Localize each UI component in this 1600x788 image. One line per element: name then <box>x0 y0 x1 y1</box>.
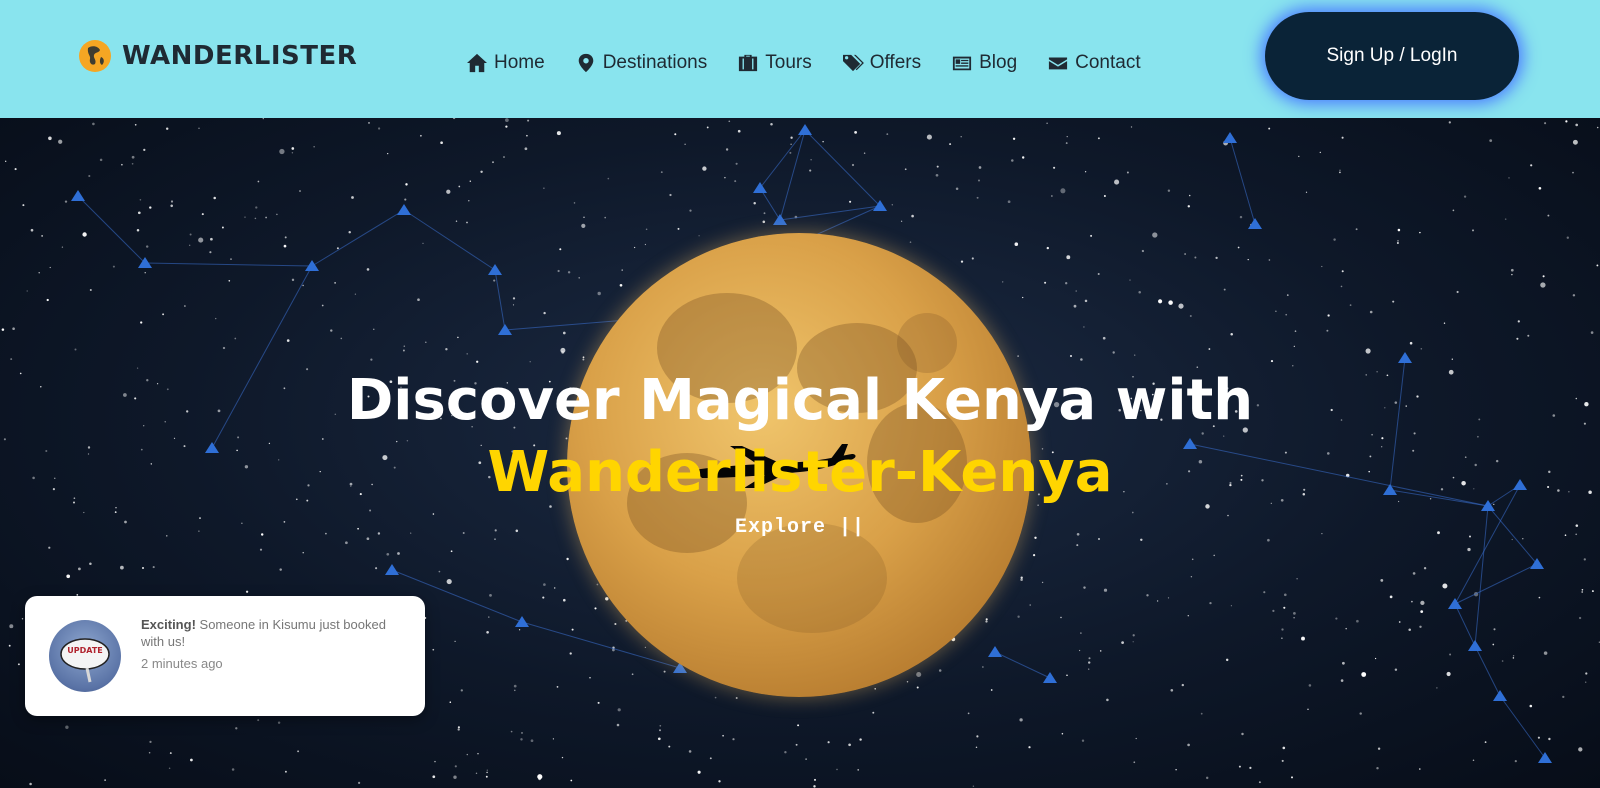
map-marker-icon <box>578 53 593 73</box>
home-icon <box>467 53 487 73</box>
nav-offers[interactable]: Offers <box>842 52 921 74</box>
nav-blog[interactable]: Blog <box>951 52 1017 74</box>
nav-home[interactable]: Home <box>466 52 545 74</box>
main-nav: Home Destinations Tours Offers Blog Cont… <box>466 52 1141 74</box>
suitcase-icon <box>739 54 758 72</box>
nav-destinations[interactable]: Destinations <box>575 52 708 74</box>
nav-home-label: Home <box>494 52 545 73</box>
update-badge-text: UPDATE <box>67 646 103 655</box>
notification-message: Exciting! Someone in Kisumu just booked … <box>141 616 401 650</box>
envelope-icon <box>1049 57 1068 70</box>
newspaper-icon <box>953 56 972 71</box>
nav-tours[interactable]: Tours <box>737 52 812 74</box>
brand-logo[interactable]: WANDERLISTER <box>78 36 357 76</box>
hero-headline: Discover Magical Kenya with <box>346 368 1254 433</box>
signup-login-button[interactable]: Sign Up / LogIn <box>1265 12 1519 100</box>
notification-bold: Exciting! <box>141 617 196 632</box>
globe-icon <box>79 40 111 72</box>
nav-blog-label: Blog <box>979 52 1018 73</box>
nav-offers-label: Offers <box>869 52 922 73</box>
brand-name: WANDERLISTER <box>122 41 358 71</box>
hero-highlight: Wanderlister-Kenya <box>487 440 1113 505</box>
nav-contact[interactable]: Contact <box>1047 52 1141 74</box>
nav-tours-label: Tours <box>765 52 812 73</box>
explore-typing-text[interactable]: Explore || <box>0 516 1600 539</box>
site-header: WANDERLISTER Home Destinations Tours Off… <box>0 0 1600 118</box>
nav-destinations-label: Destinations <box>602 52 708 73</box>
update-sign-icon <box>60 638 110 683</box>
nav-contact-label: Contact <box>1075 52 1141 73</box>
notification-avatar: UPDATE <box>49 620 121 692</box>
tags-icon <box>842 54 864 72</box>
booking-notification[interactable]: UPDATE Exciting! Someone in Kisumu just … <box>25 596 425 716</box>
notification-time: 2 minutes ago <box>141 656 223 671</box>
